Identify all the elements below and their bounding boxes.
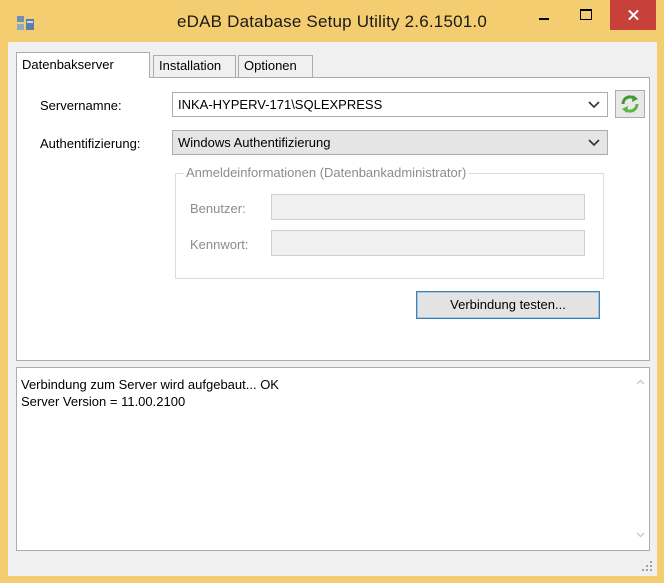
chevron-down-icon: [588, 139, 600, 147]
refresh-button[interactable]: [615, 90, 645, 118]
tab-panel-datenbakserver: Servernamne: INKA-HYPERV-171\SQLEXPRESS …: [16, 77, 650, 361]
scroll-up-icon[interactable]: [636, 379, 645, 385]
authentication-label: Authentifizierung:: [40, 136, 141, 151]
tab-optionen[interactable]: Optionen: [238, 55, 313, 77]
window-title: eDAB Database Setup Utility 2.6.1501.0: [176, 12, 487, 31]
user-input[interactable]: [271, 194, 585, 220]
scroll-down-icon[interactable]: [636, 532, 645, 538]
client-area: Datenbakserver Installation Optionen Ser…: [8, 42, 657, 576]
user-label: Benutzer:: [190, 201, 246, 216]
server-name-value: INKA-HYPERV-171\SQLEXPRESS: [178, 97, 383, 112]
log-line: Verbindung zum Server wird aufgebaut... …: [21, 377, 279, 392]
log-output[interactable]: Verbindung zum Server wird aufgebaut... …: [16, 367, 650, 551]
credentials-group: Anmeldeinformationen (Datenbankadministr…: [175, 165, 604, 279]
title-bar[interactable]: eDAB Database Setup Utility 2.6.1501.0: [0, 0, 664, 42]
chevron-down-icon: [588, 101, 600, 109]
log-line: Server Version = 11.00.2100: [21, 394, 186, 409]
password-label: Kennwort:: [190, 237, 249, 252]
test-connection-button[interactable]: Verbindung testen...: [416, 291, 600, 319]
resize-grip-icon[interactable]: [641, 560, 653, 572]
password-input[interactable]: [271, 230, 585, 256]
refresh-icon: [621, 95, 639, 113]
server-name-label: Servernamne:: [40, 98, 122, 113]
credentials-group-title: Anmeldeinformationen (Datenbankadministr…: [184, 165, 469, 180]
status-bar: [8, 554, 657, 576]
tab-installation[interactable]: Installation: [153, 55, 236, 77]
server-name-combo[interactable]: INKA-HYPERV-171\SQLEXPRESS: [172, 92, 608, 117]
authentication-combo[interactable]: Windows Authentifizierung: [172, 130, 608, 155]
app-window: eDAB Database Setup Utility 2.6.1501.0 D…: [0, 0, 664, 583]
tab-datenbakserver[interactable]: Datenbakserver: [16, 52, 150, 78]
authentication-value: Windows Authentifizierung: [178, 135, 331, 150]
close-icon[interactable]: [610, 0, 656, 30]
maximize-icon[interactable]: [566, 0, 606, 30]
log-scrollbar[interactable]: [632, 368, 649, 550]
minimize-icon[interactable]: [524, 0, 564, 30]
